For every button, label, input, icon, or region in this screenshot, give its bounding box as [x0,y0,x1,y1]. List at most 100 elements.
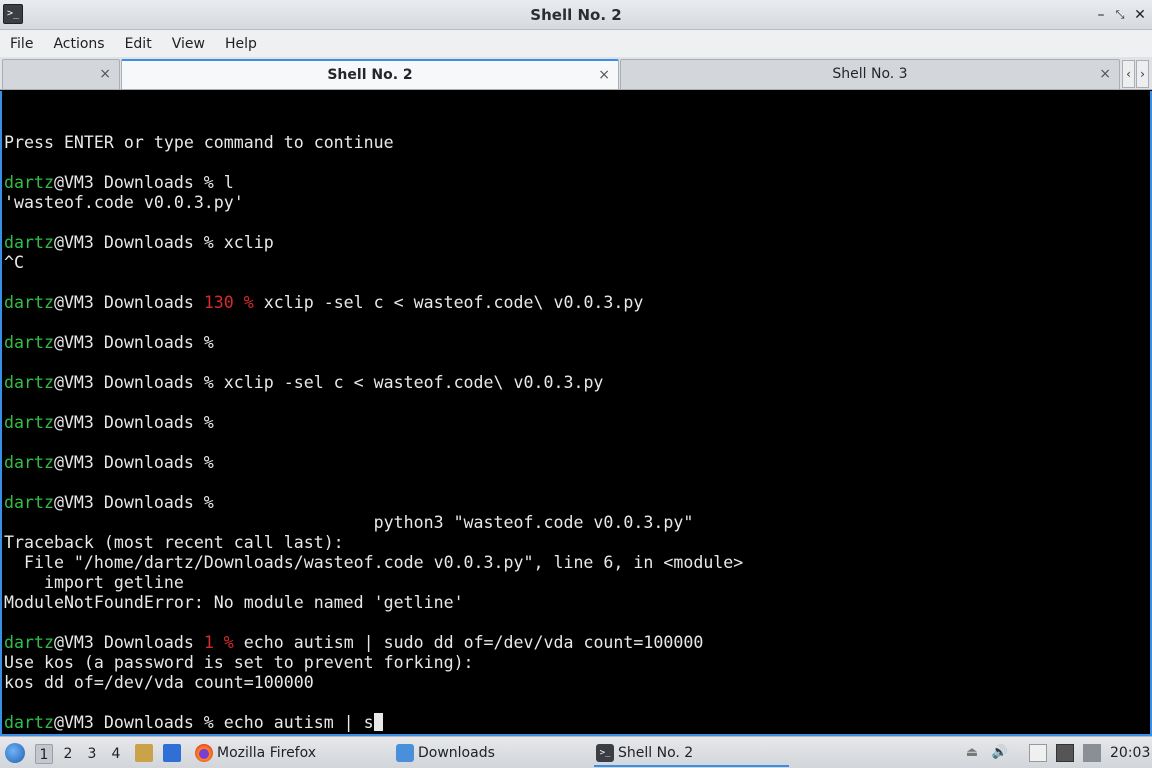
window-titlebar[interactable]: >_ Shell No. 2 – ⤡ ✕ [0,0,1152,30]
terminal-text: @VM3 Downloads % xclip -sel c < wasteof.… [53,373,604,392]
terminal-line: kos dd of=/dev/vda count=100000 [4,673,743,693]
prompt-user: dartz [4,493,54,512]
desktop-2[interactable]: 2 [59,744,77,764]
terminal-text: python3 "wasteof.code v0.0.3.py" [4,513,694,532]
terminal-icon: >_ [596,744,614,762]
menu-actions[interactable]: Actions [53,36,104,52]
prompt-user: dartz [4,173,54,192]
terminal-text: @VM3 Downloads [53,633,204,652]
prompt-user: dartz [4,713,54,732]
menubar: File Actions Edit View Help [0,30,1152,57]
terminal-line: ^C [4,253,743,273]
maximize-icon[interactable]: ⤡ [1109,4,1131,26]
terminal-line: dartz@VM3 Downloads % xclip [4,233,743,253]
tab-close-icon[interactable]: × [1099,60,1111,88]
tab-shell-3[interactable]: Shell No. 3 × [620,59,1120,89]
prompt-user: dartz [4,633,54,652]
terminal-text: File "/home/dartz/Downloads/wasteof.code… [4,553,744,572]
terminal-cursor [373,713,383,731]
menu-view[interactable]: View [172,36,205,52]
terminal-text: Press ENTER or type command to continue [4,133,394,152]
task-shell-2[interactable]: >_ Shell No. 2 [594,739,789,767]
terminal-line: dartz@VM3 Downloads % [4,453,743,473]
menu-edit[interactable]: Edit [125,36,152,52]
start-menu-icon[interactable] [5,743,25,763]
prompt-user: dartz [4,453,54,472]
desktop-3[interactable]: 3 [83,744,101,764]
terminal-text: @VM3 Downloads % [53,413,214,432]
clipboard-icon[interactable] [1029,744,1047,762]
eject-icon[interactable]: ⏏ [963,744,981,762]
file-manager-icon[interactable] [135,744,153,762]
tab-shell-1[interactable]: × [2,59,120,89]
terminal-line: dartz@VM3 Downloads % xclip -sel c < was… [4,373,743,393]
terminal-line: Use kos (a password is set to prevent fo… [4,653,743,673]
clock[interactable]: 20:03 [1110,737,1150,768]
terminal-text: ^C [4,253,24,272]
network-icon[interactable] [1056,744,1074,762]
terminal-line: Traceback (most recent call last): [4,533,743,553]
folder-icon [396,744,414,762]
terminal-line: File "/home/dartz/Downloads/wasteof.code… [4,553,743,573]
terminal-text: @VM3 Downloads % [53,333,214,352]
tab-label: Shell No. 3 [832,66,908,82]
firefox-icon [195,744,213,762]
menu-help[interactable]: Help [225,36,257,52]
terminal-text: @VM3 Downloads % l [53,173,234,192]
volume-icon[interactable]: 🔊 [991,744,1009,762]
tab-close-icon[interactable]: × [99,60,111,88]
terminal-text: 'wasteof.code v0.0.3.py' [4,193,244,212]
window-title: Shell No. 2 [530,6,622,24]
show-desktop-icon[interactable] [163,744,181,762]
close-window-icon[interactable]: ✕ [1129,4,1151,26]
terminal-text: kos dd of=/dev/vda count=100000 [4,673,314,692]
terminal-line: Press ENTER or type command to continue [4,133,743,153]
prompt-user: dartz [4,413,54,432]
prompt-user: dartz [4,373,54,392]
terminal-line: dartz@VM3 Downloads 130 % xclip -sel c <… [4,293,743,313]
tab-scroll-right-icon[interactable]: › [1136,60,1149,88]
terminal-text: Use kos (a password is set to prevent fo… [4,653,474,672]
task-label: Shell No. 2 [618,745,694,761]
exit-status: 1 % [203,633,234,652]
terminal-text: @VM3 Downloads % [53,493,214,512]
desktop-1[interactable]: 1 [35,744,53,764]
tab-bar: × Shell No. 2 × Shell No. 3 × ‹ › [0,57,1152,90]
taskbar: 1 2 3 4 Mozilla Firefox Downloads >_ She… [0,736,1152,768]
tab-close-icon[interactable]: × [598,61,610,89]
terminal-text: Traceback (most recent call last): [4,533,344,552]
terminal-line: ModuleNotFoundError: No module named 'ge… [4,593,743,613]
task-label: Downloads [418,745,495,761]
terminal-line: dartz@VM3 Downloads % [4,333,743,353]
terminal-output: Press ENTER or type command to continue d… [4,133,743,733]
exit-status: 130 % [203,293,254,312]
terminal-line: dartz@VM3 Downloads % [4,493,743,513]
task-firefox[interactable]: Mozilla Firefox [193,739,388,767]
terminal-text: @VM3 Downloads % [53,453,214,472]
tab-shell-2[interactable]: Shell No. 2 × [121,59,619,89]
task-downloads[interactable]: Downloads [394,739,589,767]
terminal-text: ModuleNotFoundError: No module named 'ge… [4,593,464,612]
terminal-text: import getline [4,573,184,592]
desktop-4[interactable]: 4 [107,744,125,764]
terminal-line: import getline [4,573,743,593]
tab-label: Shell No. 2 [327,67,413,83]
tab-scroll-left-icon[interactable]: ‹ [1122,60,1135,88]
terminal-text: echo autism | sudo dd of=/dev/vda count=… [233,633,704,652]
terminal-line: dartz@VM3 Downloads % l [4,173,743,193]
terminal-line: dartz@VM3 Downloads 1 % echo autism | su… [4,633,743,653]
terminal-text: @VM3 Downloads % xclip [53,233,274,252]
terminal-text: @VM3 Downloads % echo autism | s [53,713,374,732]
terminal-line: 'wasteof.code v0.0.3.py' [4,193,743,213]
terminal-view[interactable]: Press ENTER or type command to continue d… [0,91,1152,736]
menu-file[interactable]: File [10,36,33,52]
prompt-user: dartz [4,233,54,252]
battery-icon[interactable] [1083,744,1101,762]
